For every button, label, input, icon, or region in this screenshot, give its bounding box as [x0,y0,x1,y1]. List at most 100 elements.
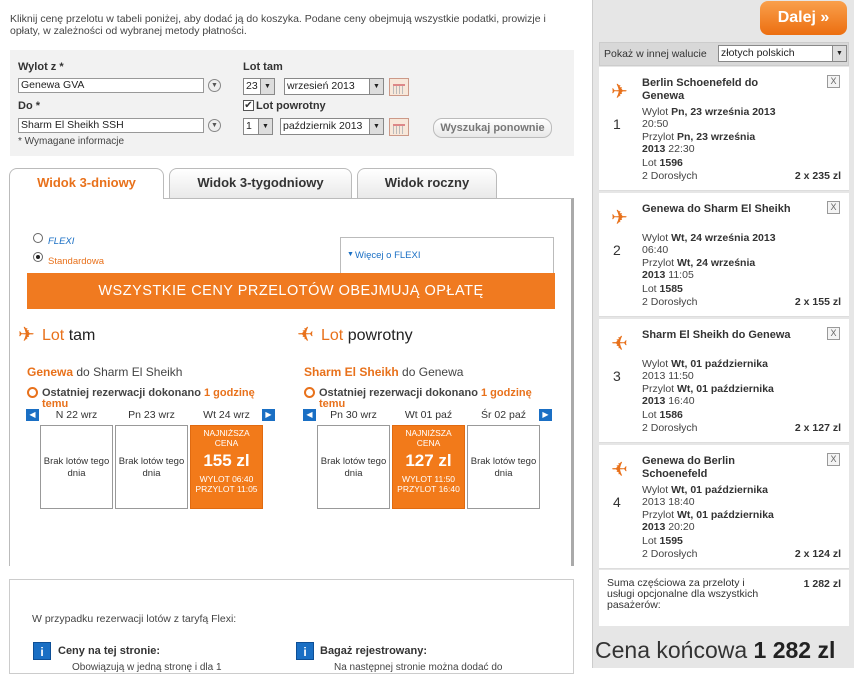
standard-radio[interactable] [33,252,43,262]
inbound-day-header: Pn 30 wrz [330,409,377,421]
return-day-select[interactable]: 1 ▼ [243,118,273,135]
flight-title: Sharm El Sheikh do Genewa [642,329,791,341]
inbound-route-mid: do [402,365,416,379]
dep-prefix: Wylot [642,106,669,118]
to-dropdown-icon[interactable]: ▼ [208,119,221,132]
outbound-next-arrow-icon[interactable]: ▶ [262,409,275,421]
total-label: Cena końcowa [595,637,748,663]
outbound-heading-word: tam [68,327,96,344]
cart-sidebar: Dalej » Pokaż w innej walucie złotych po… [592,0,854,668]
outbound-day-cell: Brak lotów tego dnia [115,425,188,509]
flexi-radio[interactable] [33,233,43,243]
return-calendar-icon[interactable] [389,118,409,136]
outbound-arrival: PRZYLOT 11:05 [195,484,258,494]
outbound-day-select[interactable]: 23 ▼ [243,78,275,95]
inbound-lowest-price-cell[interactable]: NAJNIŻSZA CENA 127 zl WYLOT 11:50 PRZYLO… [392,425,465,509]
arr-date: Wt, 24 września [677,257,756,269]
passengers: 2 Dorosłych [642,296,698,308]
plane-icon: ✈ [611,459,628,481]
info-icon: i [33,642,51,660]
arr-year: 2013 [642,269,666,281]
inbound-last-booking: Ostatniej rezerwacji dokonano 1 godzinę … [319,388,559,410]
return-label: Lot powrotny [256,100,326,112]
flight-no: 1595 [659,535,683,547]
outbound-price: 155 zl [203,451,250,470]
outbound-label: Lot tam [243,61,283,73]
prices-heading: Ceny na tej stronie: [58,645,161,657]
dep-prefix: Wylot [642,232,669,244]
plane-icon: ✈ [611,333,628,355]
cart-flight-item: ✈ 1 Berlin Schoenefeld do Genewa X Wylot… [599,67,849,191]
chevron-down-icon: ▼ [832,46,846,61]
close-icon[interactable]: X [827,327,840,340]
chevron-down-icon: ▼ [260,79,274,94]
outbound-calendar-icon[interactable] [389,78,409,96]
inbound-heading-lot: Lot [321,327,344,344]
return-checkbox[interactable]: ✔ [243,100,254,111]
return-month-select[interactable]: październik 2013 ▼ [280,118,384,135]
outbound-lowest-price-cell[interactable]: NAJNIŻSZA CENA 155 zl WYLOT 06:40 PRZYLO… [190,425,263,509]
outbound-day-header: N 22 wrz [55,409,98,421]
to-label: Do * [18,100,40,112]
search-again-button[interactable]: Wyszukaj ponownie [433,118,552,138]
outbound-route-to: Sharm El Sheikh [93,365,183,379]
triangle-down-icon: ▼ [347,251,354,258]
cart-flight-item: ✈ 3 Sharm El Sheikh do Genewa X Wylot Wt… [599,319,849,443]
flexi-info-box: ▼ Więcej o FLEXI [340,237,554,273]
next-button-label: Dalej [777,9,816,26]
currency-value: złotych polskich [721,47,795,59]
dep-date: Wt, 01 października [671,484,768,496]
flight-no: 1585 [659,283,683,295]
info-icon: i [296,642,314,660]
inbound-day-cell: Brak lotów tego dnia [317,425,390,509]
from-label: Wylot z * [18,61,64,73]
more-flexi-link[interactable]: Więcej o FLEXI [355,250,420,261]
currency-select[interactable]: złotych polskich ▼ [718,45,847,62]
dep-prefix: Wylot [642,484,669,496]
return-month-value: październik 2013 [283,120,363,132]
clock-icon [27,387,38,398]
outbound-route-mid: do [76,365,90,379]
intro-text: Kliknij cenę przelotu w tabeli poniżej, … [10,13,546,37]
inbound-next-arrow-icon[interactable]: ▶ [539,409,552,421]
close-icon[interactable]: X [827,75,840,88]
plane-icon: ✈ [297,324,314,346]
cart-flight-item: ✈ 2 Genewa do Sharm El Sheikh X Wylot Wt… [599,193,849,317]
outbound-day-value: 23 [246,80,258,92]
chevron-down-icon: ▼ [369,79,383,94]
dep-date: Pn, 23 września 2013 [671,106,776,118]
passengers: 2 Dorosłych [642,170,698,182]
close-icon[interactable]: X [827,201,840,214]
inbound-prev-arrow-icon[interactable]: ◀ [303,409,316,421]
lowest-price-label: NAJNIŻSZA CENA [203,428,250,448]
arr-prefix: Przylot [642,509,675,521]
inbound-day-header: Wt 01 paź [404,409,453,421]
main-area: Kliknij cenę przelotu w tabeli poniżej, … [0,0,592,674]
tab-year[interactable]: Widok roczny [357,168,497,198]
flight-price: 2 x 235 zl [794,170,841,182]
from-input[interactable]: Genewa GVA [18,78,204,93]
flight-number-index: 3 [613,368,621,384]
dep-time: 2013 11:50 [642,370,694,382]
close-icon[interactable]: X [827,453,840,466]
next-button[interactable]: Dalej » [760,1,847,35]
outbound-route: Genewa do Sharm El Sheikh [27,365,182,379]
outbound-heading-lot: Lot [42,327,65,344]
outbound-prev-arrow-icon[interactable]: ◀ [26,409,39,421]
clock-icon [304,387,315,398]
return-day-value: 1 [246,120,252,132]
outbound-month-select[interactable]: wrzesień 2013 ▼ [284,78,384,95]
inbound-heading-word: powrotny [347,327,413,344]
tab-3-week[interactable]: Widok 3-tygodniowy [169,168,352,198]
plane-icon: ✈ [611,81,628,103]
dep-date: Wt, 24 września 2013 [671,232,776,244]
tab-3-day[interactable]: Widok 3-dniowy [9,168,164,199]
flight-price: 2 x 127 zl [794,422,841,434]
to-input[interactable]: Sharm El Sheikh SSH [18,118,204,133]
lowest-price-label: NAJNIŻSZA CENA [405,428,452,448]
flight-number-index: 1 [613,116,621,132]
from-dropdown-icon[interactable]: ▼ [208,79,221,92]
inbound-day-cell: Brak lotów tego dnia [467,425,540,509]
cart-flight-item: ✈ 4 Genewa do Berlin Schoenefeld X Wylot… [599,445,849,569]
flight-number-index: 4 [613,494,621,510]
